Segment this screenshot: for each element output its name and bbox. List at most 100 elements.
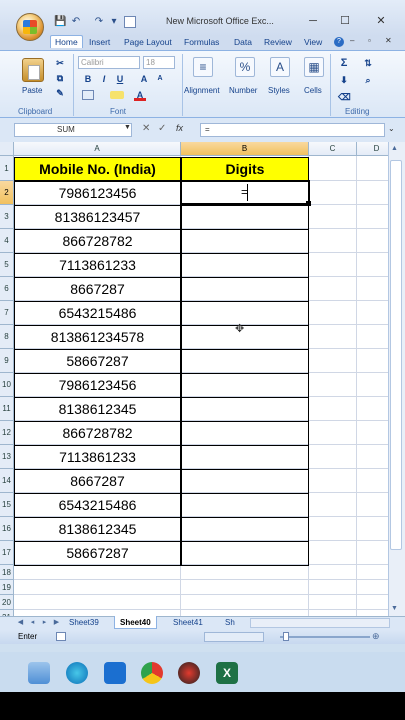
mobile-number-cell[interactable]: 6543215486 (14, 301, 181, 326)
insert-function-button[interactable]: fx (176, 123, 183, 133)
mail-icon[interactable] (104, 662, 126, 684)
file-explorer-icon[interactable] (28, 662, 50, 684)
mobile-number-cell[interactable]: 58667287 (14, 349, 181, 374)
view-buttons[interactable] (204, 632, 264, 642)
excel-taskbar-icon[interactable]: X (216, 662, 238, 684)
tab-formulas[interactable]: Formulas (184, 37, 219, 47)
app-icon[interactable] (178, 662, 200, 684)
select-all-corner[interactable] (0, 142, 14, 156)
name-box[interactable]: SUM (14, 123, 132, 137)
office-button[interactable] (16, 13, 44, 41)
mobile-number-cell[interactable]: 81386123457 (14, 205, 181, 230)
row-header[interactable]: 12 (0, 421, 14, 445)
row-header[interactable]: 20 (0, 595, 14, 610)
row-header[interactable]: 1 (0, 156, 14, 181)
row-header[interactable]: 17 (0, 541, 14, 565)
grid-cell[interactable] (357, 445, 388, 469)
digits-cell[interactable] (181, 349, 309, 374)
mobile-number-cell[interactable]: 7113861233 (14, 445, 181, 470)
autosum-icon[interactable]: Σ (338, 57, 350, 69)
grid-cell[interactable] (309, 325, 357, 349)
grid-cell[interactable] (357, 325, 388, 349)
formula-input[interactable]: = (200, 123, 385, 137)
grid-cell[interactable] (309, 517, 357, 541)
digits-cell[interactable] (181, 301, 309, 326)
cells-icon[interactable]: ▦ (304, 57, 324, 77)
qat-dropdown-icon[interactable]: ▾ (108, 16, 120, 28)
grid-cell[interactable] (181, 565, 309, 580)
first-sheet-icon[interactable]: ◀ (16, 617, 25, 628)
row-header[interactable]: 14 (0, 469, 14, 493)
paste-icon[interactable] (22, 58, 44, 82)
digits-cell[interactable] (181, 277, 309, 302)
column-header-b[interactable]: B (181, 142, 309, 156)
active-cell[interactable]: = (180, 180, 310, 205)
edge-icon[interactable] (66, 662, 88, 684)
format-painter-icon[interactable]: ✎ (54, 87, 66, 99)
number-button-label[interactable]: Number (229, 86, 257, 95)
grid-cell[interactable] (309, 349, 357, 373)
column-header-a[interactable]: A (14, 142, 181, 156)
worksheet-grid[interactable]: A B C D 12345678910111213141516171819202… (0, 142, 388, 616)
borders-icon[interactable] (82, 90, 94, 100)
digits-cell[interactable] (181, 205, 309, 230)
mobile-number-cell[interactable]: 8667287 (14, 277, 181, 302)
fill-icon[interactable]: ⬇ (338, 74, 350, 86)
grid-cell[interactable] (309, 156, 357, 181)
row-header[interactable]: 10 (0, 373, 14, 397)
grid-cell[interactable] (181, 595, 309, 610)
confirm-formula-icon[interactable]: ✓ (158, 123, 166, 134)
digits-cell[interactable] (181, 397, 309, 422)
macro-record-icon[interactable] (56, 632, 66, 641)
row-header[interactable]: 16 (0, 517, 14, 541)
help-icon[interactable]: ? (334, 37, 344, 47)
scroll-up-icon[interactable]: ▲ (391, 145, 398, 152)
minimize-button[interactable]: ─ (304, 14, 322, 28)
digits-cell[interactable] (181, 445, 309, 470)
grid-cell[interactable] (14, 595, 181, 610)
grid-cell[interactable] (309, 277, 357, 301)
number-icon[interactable]: % (235, 57, 255, 77)
mobile-number-cell[interactable]: 813861234578 (14, 325, 181, 350)
row-header[interactable]: 3 (0, 205, 14, 229)
zoom-in-icon[interactable]: ⊕ (372, 631, 380, 642)
fill-handle[interactable] (306, 201, 311, 206)
undo-icon[interactable]: ↶ (70, 16, 82, 28)
grid-cell[interactable] (309, 253, 357, 277)
horizontal-scrollbar[interactable] (250, 618, 390, 628)
grid-cell[interactable] (357, 565, 388, 580)
tab-review[interactable]: Review (264, 37, 292, 47)
grid-cell[interactable] (309, 181, 357, 205)
header-cell-digits[interactable]: Digits (181, 157, 309, 181)
vertical-scroll-thumb[interactable] (390, 160, 402, 550)
mobile-number-cell[interactable]: 7986123456 (14, 181, 181, 206)
find-select-icon[interactable]: ⌕ (362, 74, 374, 86)
cut-icon[interactable]: ✂ (54, 57, 66, 69)
header-cell-mobile[interactable]: Mobile No. (India) (14, 157, 181, 181)
grid-cell[interactable] (309, 445, 357, 469)
last-sheet-icon[interactable]: ▶ (52, 617, 61, 628)
chrome-icon[interactable] (141, 662, 163, 684)
digits-cell[interactable] (181, 421, 309, 446)
grid-cell[interactable] (357, 595, 388, 610)
digits-cell[interactable] (181, 469, 309, 494)
styles-icon[interactable]: A (270, 57, 290, 77)
tab-insert[interactable]: Insert (89, 37, 110, 47)
row-header[interactable]: 18 (0, 565, 14, 580)
ribbon-restore-icon[interactable]: ▫ (368, 36, 371, 45)
grid-cell[interactable] (357, 397, 388, 421)
grid-cell[interactable] (357, 156, 388, 181)
row-header[interactable]: 19 (0, 580, 14, 595)
tab-page-layout[interactable]: Page Layout (124, 37, 172, 47)
row-header[interactable]: 2 (0, 181, 14, 205)
digits-cell[interactable] (181, 229, 309, 254)
sheet-tab[interactable]: Sheet39 (64, 616, 104, 629)
font-color-icon[interactable]: A (134, 89, 146, 101)
cells-button-label[interactable]: Cells (304, 86, 322, 95)
shrink-font-icon[interactable]: A (154, 73, 166, 85)
row-header[interactable]: 6 (0, 277, 14, 301)
grid-cell[interactable] (357, 205, 388, 229)
zoom-slider-handle[interactable] (283, 632, 289, 641)
grid-cell[interactable] (357, 349, 388, 373)
ribbon-close-icon[interactable]: ✕ (385, 36, 392, 45)
